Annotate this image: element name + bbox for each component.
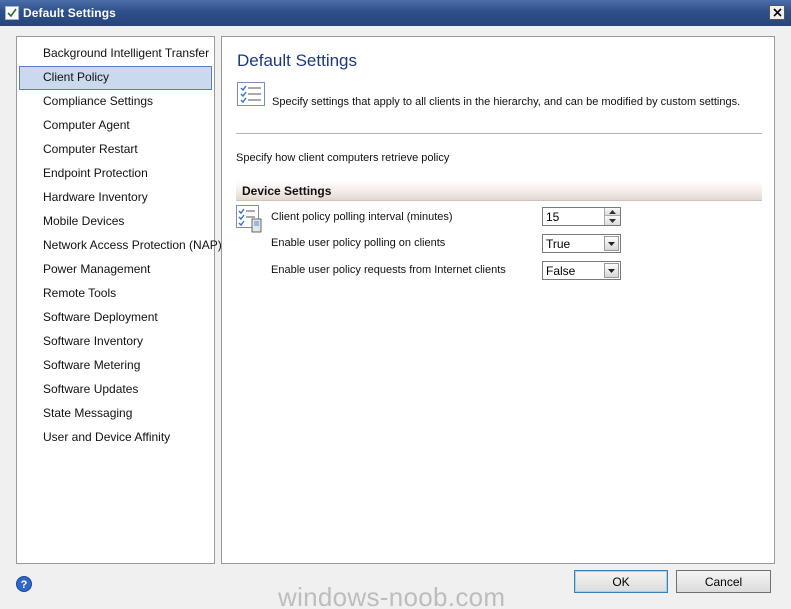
internet-requests-value: False xyxy=(546,264,576,278)
close-icon xyxy=(772,8,782,17)
chevron-down-icon xyxy=(608,268,615,273)
settings-panel: Default Settings Specify settings that a… xyxy=(221,36,775,564)
window-title: Default Settings xyxy=(23,6,116,20)
internet-requests-select[interactable]: False xyxy=(542,261,621,280)
sidebar-item[interactable]: Compliance Settings xyxy=(19,90,212,114)
page-description: Specify settings that apply to all clien… xyxy=(272,96,741,108)
sidebar-item[interactable]: Background Intelligent Transfer xyxy=(19,42,212,66)
sidebar-item[interactable]: User and Device Affinity xyxy=(19,426,212,450)
page-title: Default Settings xyxy=(237,51,358,70)
checklist-icon xyxy=(5,6,19,20)
internet-requests-label: Enable user policy requests from Interne… xyxy=(271,264,506,276)
dialog-client: Background Intelligent Transfer Client Po… xyxy=(0,26,791,609)
sidebar-item[interactable]: Software Updates xyxy=(19,378,212,402)
sidebar-item[interactable]: Power Management xyxy=(19,258,212,282)
sidebar-item[interactable]: Mobile Devices xyxy=(19,210,212,234)
watermark: windows-noob.com xyxy=(278,582,506,609)
chevron-up-icon xyxy=(609,209,616,214)
page-subtitle: Specify how client computers retrieve po… xyxy=(236,152,450,164)
sidebar-item[interactable]: Endpoint Protection xyxy=(19,162,212,186)
chevron-down-icon xyxy=(608,241,615,246)
user-polling-label: Enable user policy polling on clients xyxy=(271,237,446,249)
cancel-button[interactable]: Cancel xyxy=(676,570,771,593)
polling-interval-value: 15 xyxy=(546,210,560,224)
section-header: Device Settings xyxy=(236,181,762,201)
title-bar: Default Settings xyxy=(0,0,791,26)
sidebar-item[interactable]: Software Deployment xyxy=(19,306,212,330)
sidebar-item[interactable]: Computer Restart xyxy=(19,138,212,162)
dropdown-button[interactable] xyxy=(604,263,619,278)
help-icon[interactable]: ? xyxy=(16,576,32,592)
checklist-icon xyxy=(237,82,265,106)
svg-text:?: ? xyxy=(21,579,28,591)
policy-icon xyxy=(236,205,262,233)
chevron-down-icon xyxy=(609,218,616,223)
divider xyxy=(236,133,762,134)
sidebar-item[interactable]: State Messaging xyxy=(19,402,212,426)
polling-interval-stepper[interactable]: 15 xyxy=(542,207,621,226)
stepper-up-button[interactable] xyxy=(605,208,620,216)
sidebar-item[interactable]: Remote Tools xyxy=(19,282,212,306)
section-title: Device Settings xyxy=(242,184,332,198)
stepper-buttons xyxy=(604,208,620,225)
close-button[interactable] xyxy=(769,5,785,20)
user-polling-select[interactable]: True xyxy=(542,234,621,253)
sidebar-item[interactable]: Client Policy xyxy=(19,66,212,90)
settings-nav: Background Intelligent Transfer Client Po… xyxy=(16,36,222,564)
sidebar-item[interactable]: Software Inventory xyxy=(19,330,212,354)
sidebar-item[interactable]: Software Metering xyxy=(19,354,212,378)
sidebar-item[interactable]: Network Access Protection (NAP) xyxy=(19,234,222,258)
sidebar-item[interactable]: Hardware Inventory xyxy=(19,186,212,210)
stepper-down-button[interactable] xyxy=(605,216,620,225)
user-polling-value: True xyxy=(546,237,571,251)
ok-button[interactable]: OK xyxy=(574,570,668,593)
polling-interval-label: Client policy polling interval (minutes) xyxy=(271,211,453,223)
dropdown-button[interactable] xyxy=(604,236,619,251)
sidebar-item[interactable]: Computer Agent xyxy=(19,114,212,138)
